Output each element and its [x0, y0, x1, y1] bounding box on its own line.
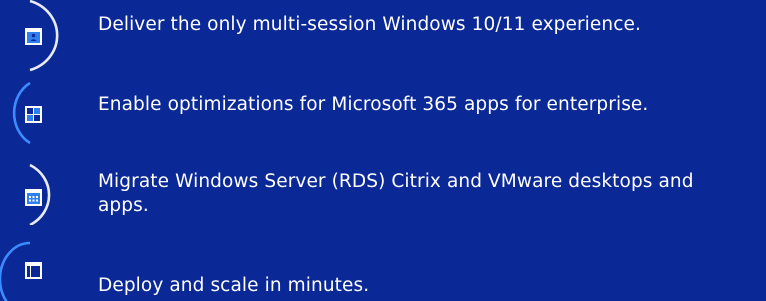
feature-text: Deliver the only multi-session Windows 1… — [98, 14, 641, 35]
feature-text: Enable optimizations for Microsoft 365 a… — [98, 94, 649, 115]
feature-text: Migrate Windows Server (RDS) Citrix and … — [98, 171, 694, 216]
app-grid-window-icon — [25, 189, 42, 206]
features-panel: Deliver the only multi-session Windows 1… — [0, 0, 766, 301]
feature-item-deploy-scale: Deploy and scale in minutes. — [0, 233, 766, 301]
arc-decoration-right — [29, 163, 51, 225]
scale-window-icon — [25, 262, 42, 279]
feature-item-m365-optimizations: Enable optimizations for Microsoft 365 a… — [0, 75, 766, 145]
app-tiles-icon — [25, 106, 42, 123]
feature-item-migrate: Migrate Windows Server (RDS) Citrix and … — [0, 145, 766, 233]
desktop-user-icon — [25, 28, 42, 45]
feature-text: Deploy and scale in minutes. — [98, 275, 370, 296]
feature-item-multi-session: Deliver the only multi-session Windows 1… — [0, 0, 766, 75]
